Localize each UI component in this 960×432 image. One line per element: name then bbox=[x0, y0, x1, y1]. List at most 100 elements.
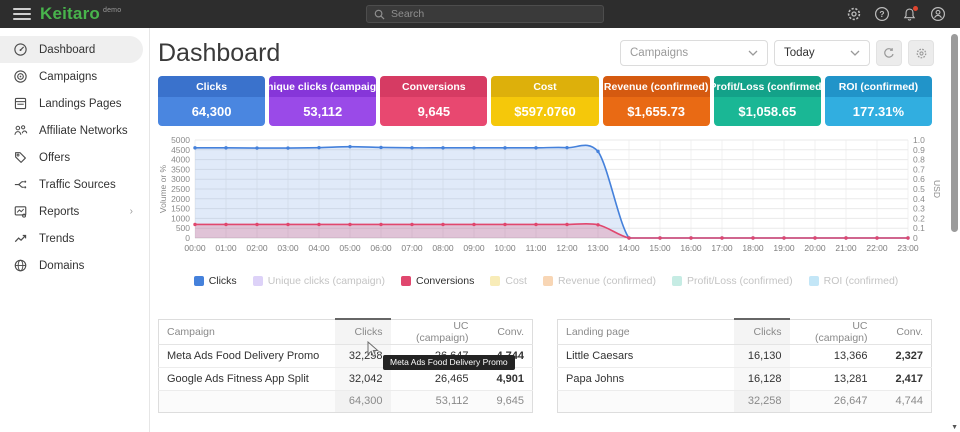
legend-swatch bbox=[253, 276, 263, 286]
legend-item[interactable]: Profit/Loss (confirmed) bbox=[672, 275, 793, 287]
legend-item[interactable]: Clicks bbox=[194, 275, 237, 287]
svg-text:13:00: 13:00 bbox=[587, 243, 609, 253]
sidebar-item-label: Landings Pages bbox=[39, 98, 121, 110]
svg-text:1.0: 1.0 bbox=[913, 135, 925, 145]
legend-item[interactable]: Unique clicks (campaign) bbox=[253, 275, 385, 287]
table-totals-row: 64,300 53,112 9,645 bbox=[159, 390, 533, 412]
column-header-conv[interactable]: Conv. bbox=[876, 319, 932, 344]
sidebar-item-label: Trends bbox=[39, 233, 74, 245]
metric-card-clicks[interactable]: Clicks 64,300 bbox=[158, 76, 265, 126]
global-search[interactable] bbox=[366, 5, 604, 23]
legend-label: Conversions bbox=[416, 275, 474, 287]
svg-text:10:00: 10:00 bbox=[494, 243, 516, 253]
svg-text:09:00: 09:00 bbox=[463, 243, 485, 253]
search-icon bbox=[374, 9, 385, 20]
table-totals-row: 32,258 26,647 4,744 bbox=[558, 390, 932, 412]
people-icon bbox=[13, 123, 28, 138]
svg-text:23:00: 23:00 bbox=[897, 243, 919, 253]
column-header-uc[interactable]: UC (campaign) bbox=[790, 319, 876, 344]
sidebar-item-label: Affiliate Networks bbox=[39, 125, 128, 137]
svg-text:3500: 3500 bbox=[171, 164, 190, 174]
refresh-button[interactable] bbox=[876, 40, 902, 66]
legend-swatch bbox=[194, 276, 204, 286]
trend-icon bbox=[13, 231, 28, 246]
scroll-down-arrow-icon[interactable]: ▼ bbox=[951, 424, 958, 431]
metric-card-revenue[interactable]: Revenue (confirmed) $1,655.73 bbox=[603, 76, 710, 126]
page-title: Dashboard bbox=[158, 39, 280, 68]
metric-card-conversions[interactable]: Conversions 9,645 bbox=[380, 76, 487, 126]
traffic-chart[interactable]: 0500100015002000250030003500400045005000… bbox=[158, 134, 944, 262]
help-icon[interactable]: ? bbox=[873, 6, 890, 23]
svg-text:?: ? bbox=[879, 9, 884, 19]
svg-text:02:00: 02:00 bbox=[246, 243, 268, 253]
legend-swatch bbox=[809, 276, 819, 286]
column-header-clicks[interactable]: Clicks bbox=[335, 319, 391, 344]
svg-text:0: 0 bbox=[185, 233, 190, 243]
split-icon bbox=[13, 177, 28, 192]
sidebar-item-traffic-sources[interactable]: Traffic Sources bbox=[0, 171, 143, 198]
legend-label: Clicks bbox=[209, 275, 237, 287]
menu-icon[interactable] bbox=[13, 5, 31, 23]
user-account-icon[interactable] bbox=[929, 6, 946, 23]
svg-text:01:00: 01:00 bbox=[215, 243, 237, 253]
legend-label: Profit/Loss (confirmed) bbox=[687, 275, 793, 287]
column-header-landing-page[interactable]: Landing page bbox=[558, 319, 734, 344]
legend-item[interactable]: Conversions bbox=[401, 275, 474, 287]
svg-text:03:00: 03:00 bbox=[277, 243, 299, 253]
table-row[interactable]: Papa Johns 16,128 13,281 2,417 bbox=[558, 367, 932, 390]
scrollbar-thumb[interactable] bbox=[951, 34, 958, 232]
svg-text:0.3: 0.3 bbox=[913, 204, 925, 214]
sidebar-item-label: Traffic Sources bbox=[39, 179, 116, 191]
svg-text:0.9: 0.9 bbox=[913, 145, 925, 155]
column-header-uc[interactable]: UC (campaign) bbox=[391, 319, 477, 344]
search-input[interactable] bbox=[391, 8, 596, 20]
sidebar-item-reports[interactable]: Reports › bbox=[0, 198, 143, 225]
svg-text:07:00: 07:00 bbox=[401, 243, 423, 253]
svg-text:0.1: 0.1 bbox=[913, 223, 925, 233]
svg-text:5000: 5000 bbox=[171, 135, 190, 145]
sidebar-item-campaigns[interactable]: Campaigns bbox=[0, 63, 143, 90]
table-row[interactable]: Google Ads Fitness App Split 32,042 26,4… bbox=[159, 367, 533, 390]
brand-demo-label: demo bbox=[103, 7, 121, 14]
svg-text:05:00: 05:00 bbox=[339, 243, 361, 253]
sidebar-item-offers[interactable]: Offers bbox=[0, 144, 143, 171]
landing-pages-table: Landing page Clicks UC (campaign) Conv. … bbox=[557, 318, 932, 413]
brand-logo[interactable]: Keitarodemo bbox=[40, 4, 121, 24]
table-row[interactable]: Little Caesars 16,130 13,366 2,327 bbox=[558, 344, 932, 367]
svg-text:08:00: 08:00 bbox=[432, 243, 454, 253]
report-icon bbox=[13, 204, 28, 219]
chart-legend: Clicks Unique clicks (campaign) Conversion… bbox=[158, 270, 934, 292]
sidebar-item-trends[interactable]: Trends bbox=[0, 225, 143, 252]
notifications-bell-icon[interactable] bbox=[901, 6, 918, 23]
legend-item[interactable]: Revenue (confirmed) bbox=[543, 275, 656, 287]
campaigns-filter-select[interactable]: Campaigns bbox=[620, 40, 768, 66]
legend-item[interactable]: Cost bbox=[490, 275, 527, 287]
column-header-clicks[interactable]: Clicks bbox=[734, 319, 790, 344]
sidebar-item-affiliate-networks[interactable]: Affiliate Networks bbox=[0, 117, 143, 144]
svg-text:0.8: 0.8 bbox=[913, 155, 925, 165]
metric-card-unique-clicks[interactable]: Unique clicks (campaign) 53,112 bbox=[269, 76, 376, 126]
svg-text:0.5: 0.5 bbox=[913, 184, 925, 194]
metric-card-roi[interactable]: ROI (confirmed) 177.31% bbox=[825, 76, 932, 126]
tag-icon bbox=[13, 150, 28, 165]
date-range-select[interactable]: Today bbox=[774, 40, 870, 66]
dashboard-settings-button[interactable] bbox=[908, 40, 934, 66]
legend-item[interactable]: ROI (confirmed) bbox=[809, 275, 899, 287]
page-scrollbar[interactable]: ▼ bbox=[949, 28, 960, 432]
metric-card-profit-loss[interactable]: Profit/Loss (confirmed) $1,058.65 bbox=[714, 76, 821, 126]
sidebar-item-dashboard[interactable]: Dashboard bbox=[0, 36, 143, 63]
mouse-cursor bbox=[367, 341, 380, 358]
brand-text: Keitaro bbox=[40, 4, 100, 23]
metric-card-cost[interactable]: Cost $597.0760 bbox=[491, 76, 598, 126]
sidebar-item-domains[interactable]: Domains bbox=[0, 252, 143, 279]
svg-text:4000: 4000 bbox=[171, 155, 190, 165]
settings-gear-icon[interactable] bbox=[845, 6, 862, 23]
column-header-conv[interactable]: Conv. bbox=[477, 319, 533, 344]
svg-text:4500: 4500 bbox=[171, 145, 190, 155]
column-header-campaign[interactable]: Campaign bbox=[159, 319, 335, 344]
svg-text:12:00: 12:00 bbox=[556, 243, 578, 253]
sidebar-item-label: Dashboard bbox=[39, 44, 95, 56]
pages-icon bbox=[13, 96, 28, 111]
sidebar-item-landings-pages[interactable]: Landings Pages bbox=[0, 90, 143, 117]
svg-text:0.2: 0.2 bbox=[913, 213, 925, 223]
